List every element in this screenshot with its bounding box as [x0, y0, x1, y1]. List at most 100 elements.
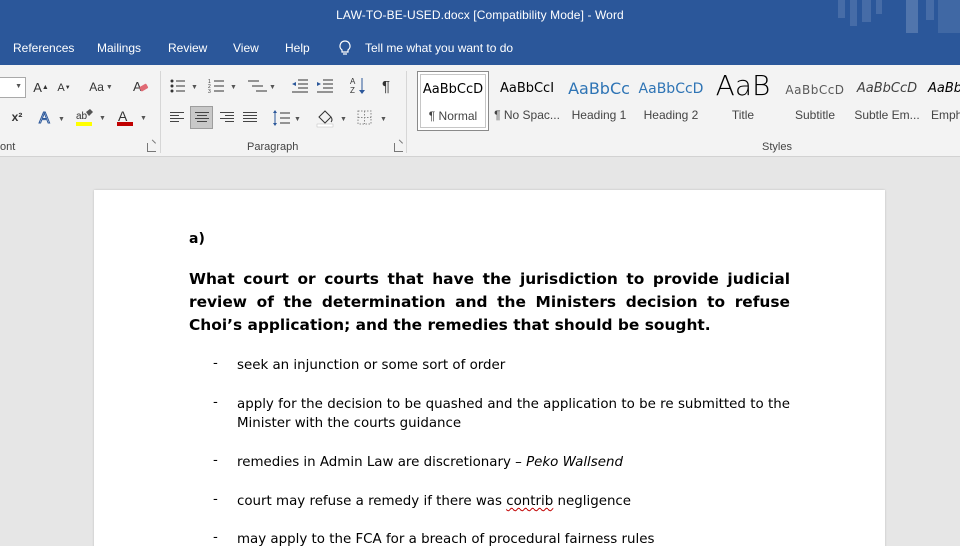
decrease-indent-icon[interactable] — [291, 78, 309, 94]
tab-references[interactable]: References — [13, 41, 74, 55]
svg-text:▼: ▼ — [191, 84, 198, 91]
style-subtle-emphasis[interactable]: AaBbCcD Subtle Em... — [851, 71, 923, 131]
style-emphasis[interactable]: AaBb Emph — [923, 71, 960, 131]
font-group-label: ont — [0, 141, 16, 153]
style-heading-1[interactable]: AaBbCc Heading 1 — [563, 71, 635, 131]
style-preview: AaBbCcD — [856, 81, 918, 96]
align-left-icon[interactable] — [170, 112, 184, 123]
style-preview: AaBbCcD — [785, 83, 845, 97]
bullet-text-plain: remedies in Admin Law are discretionary … — [237, 455, 527, 470]
clear-formatting-icon[interactable]: A — [133, 78, 149, 94]
svg-text:▼: ▼ — [230, 84, 237, 91]
font-dialog-launcher[interactable] — [147, 143, 156, 152]
bullet-marker: - — [213, 356, 218, 371]
title-bar: LAW-TO-BE-USED.docx [Compatibility Mode]… — [0, 0, 960, 33]
bullet-marker: - — [213, 492, 218, 507]
tab-view[interactable]: View — [233, 41, 259, 55]
style-no-spacing[interactable]: AaBbCcI ¶ No Spac... — [491, 71, 563, 131]
multilevel-list-icon[interactable]: ▼ — [247, 78, 277, 94]
bullet-text: apply for the decision to be quashed and… — [237, 397, 790, 431]
svg-text:▼: ▼ — [340, 116, 347, 123]
style-name: ¶ No Spac... — [494, 108, 560, 122]
svg-text:▼: ▼ — [140, 115, 147, 122]
bullet-text: court may refuse a remedy if there was c… — [237, 492, 790, 511]
align-center-button[interactable] — [190, 106, 213, 129]
tab-mailings[interactable]: Mailings — [97, 41, 141, 55]
svg-text:ab: ab — [76, 111, 88, 122]
grow-font-icon[interactable]: A ▲ — [33, 78, 49, 96]
style-preview: AaBbCcI — [499, 81, 555, 96]
style-normal[interactable]: AaBbCcD ¶ Normal — [417, 71, 489, 131]
numbering-icon[interactable]: 1 2 3 ▼ — [208, 78, 238, 94]
lightbulb-icon[interactable] — [338, 40, 352, 58]
justify-icon[interactable] — [243, 112, 257, 123]
bullet-text-plain: negligence — [553, 494, 632, 509]
increase-indent-icon[interactable] — [316, 78, 334, 94]
paragraph-dialog-launcher[interactable] — [394, 143, 403, 152]
styles-gallery: AaBbCcD ¶ Normal AaBbCcI ¶ No Spac... Aa… — [415, 71, 960, 131]
svg-text:▼: ▼ — [380, 116, 387, 123]
tab-help[interactable]: Help — [285, 41, 310, 55]
style-title[interactable]: AaB Title — [707, 71, 779, 131]
style-preview: AaBbCc — [568, 79, 630, 98]
svg-text:▼: ▼ — [58, 116, 65, 123]
text-effects-icon[interactable]: A ▼ — [38, 108, 66, 127]
svg-text:A: A — [118, 108, 128, 124]
style-preview: AaBb — [928, 81, 960, 96]
sort-icon[interactable]: AZ — [350, 76, 366, 96]
window-title: LAW-TO-BE-USED.docx [Compatibility Mode]… — [336, 8, 624, 22]
font-size-dropdown[interactable]: ▼ — [0, 77, 26, 98]
case-citation: Peko Wallsend — [526, 455, 623, 470]
bullets-icon[interactable]: ▼ — [169, 78, 199, 94]
borders-icon[interactable]: ▼ — [356, 108, 390, 128]
section-label: a) — [189, 231, 205, 247]
svg-text:3: 3 — [208, 89, 211, 94]
change-case-button[interactable]: Aa ▼ — [85, 78, 117, 96]
tell-me-search[interactable]: Tell me what you want to do — [365, 41, 513, 55]
bullet-text: remedies in Admin Law are discretionary … — [237, 453, 790, 472]
document-page[interactable]: a) What court or courts that have the ju… — [94, 190, 885, 546]
superscript-button[interactable]: x² — [8, 108, 26, 126]
align-right-icon[interactable] — [220, 112, 234, 123]
style-preview: AaBbCcD — [638, 81, 704, 97]
ribbon-tabs: References Mailings Review View Help Tel… — [0, 33, 960, 65]
highlight-color-icon[interactable]: ab ▼ — [74, 108, 108, 128]
style-name: Heading 2 — [643, 108, 699, 122]
font-color-icon[interactable]: A ▼ — [115, 108, 149, 128]
bullet-marker: - — [213, 395, 218, 410]
ribbon-separator — [406, 71, 407, 153]
bullet-text-plain: court may refuse a remedy if there was — [237, 494, 507, 509]
style-name: Subtle Em... — [854, 108, 920, 122]
style-name: Emph — [931, 108, 960, 122]
style-name: Title — [731, 108, 755, 122]
shading-icon[interactable]: ▼ — [316, 108, 350, 128]
svg-text:A: A — [39, 110, 50, 126]
spelling-error-word[interactable]: contrib — [506, 494, 553, 509]
svg-text:A: A — [350, 77, 356, 86]
title-bar-decoration — [830, 0, 960, 33]
style-heading-2[interactable]: AaBbCcD Heading 2 — [635, 71, 707, 131]
svg-text:Z: Z — [350, 86, 355, 95]
style-name: ¶ Normal — [428, 109, 478, 123]
svg-text:▼: ▼ — [294, 116, 301, 123]
style-subtitle[interactable]: AaBbCcD Subtitle — [779, 71, 851, 131]
bullet-marker: - — [213, 453, 218, 468]
style-name: Heading 1 — [571, 108, 627, 122]
shrink-font-icon[interactable]: A ▼ — [57, 80, 71, 96]
svg-text:▼: ▼ — [269, 84, 276, 91]
question-heading: What court or courts that have the juris… — [189, 270, 790, 334]
align-center-icon — [195, 112, 209, 123]
line-spacing-icon[interactable]: ▼ — [272, 109, 302, 127]
bullet-text: may apply to the FCA for a breach of pro… — [237, 532, 655, 546]
bullet-text: seek an injunction or some sort of order — [237, 358, 506, 373]
show-formatting-marks-icon[interactable]: ¶ — [378, 77, 394, 95]
style-preview: AaBbCcD — [422, 82, 484, 97]
paragraph-group-label: Paragraph — [247, 141, 299, 153]
style-preview: AaB — [715, 71, 771, 102]
change-case-label: Aa — [89, 80, 104, 94]
styles-group-label: Styles — [762, 141, 792, 153]
ribbon: ▼ A ▲ A ▼ Aa ▼ A x² A ▼ ab ▼ A ▼ ont ▼ 1 2 … — [0, 65, 960, 157]
tab-review[interactable]: Review — [168, 41, 207, 55]
bullet-marker: - — [213, 530, 218, 545]
style-name: Subtitle — [794, 108, 836, 122]
